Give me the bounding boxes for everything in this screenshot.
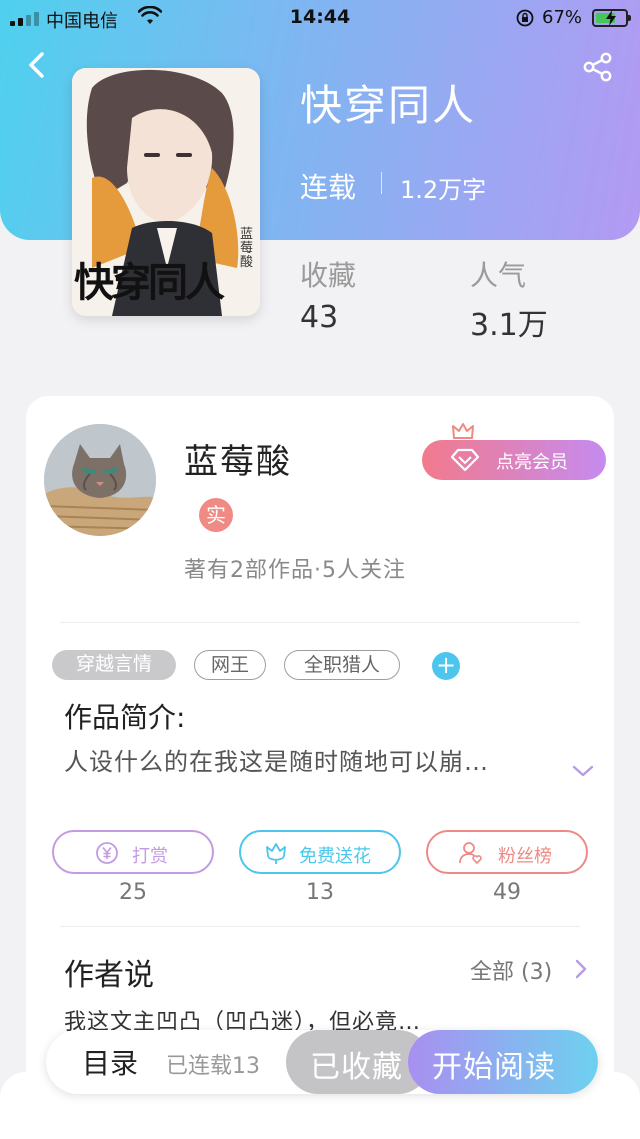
fan-count: 49 <box>493 880 521 905</box>
author-meta: 著有2部作品·5人关注 <box>184 558 406 583</box>
start-reading-label: 开始阅读 <box>432 1050 556 1085</box>
bottom-action-bar: 目录 已连载13 已收藏 开始阅读 <box>46 1030 598 1094</box>
verified-badge: 实 <box>199 498 233 532</box>
tag-primary[interactable]: 穿越言情 <box>52 650 176 680</box>
word-count: 1.2万字 <box>400 176 487 204</box>
toc-button[interactable]: 目录 <box>82 1042 138 1082</box>
book-cover-image[interactable]: 快穿同人 蓝莓酸 <box>72 68 260 316</box>
flower-icon <box>266 843 286 864</box>
favorited-label: 已收藏 <box>310 1050 403 1085</box>
battery-charging-icon <box>592 9 631 27</box>
cover-title-text: 快穿同人 <box>74 259 225 306</box>
tag-item[interactable]: 全职猎人 <box>284 650 400 680</box>
view-all-link[interactable]: 全部 (3) <box>470 954 552 986</box>
orientation-lock-icon <box>516 9 534 27</box>
tag-item[interactable]: 网王 <box>194 650 266 680</box>
fan-user-icon <box>459 842 482 865</box>
author-says-title: 作者说 <box>64 958 154 993</box>
start-reading-button[interactable]: 开始阅读 <box>408 1030 598 1094</box>
fan-ranking-label: 粉丝榜 <box>498 846 552 867</box>
status-divider <box>381 172 382 194</box>
author-avatar[interactable] <box>44 424 156 536</box>
diamond-icon <box>450 448 480 472</box>
share-icon[interactable] <box>582 52 614 82</box>
add-tag-button[interactable]: + <box>432 652 460 680</box>
reward-button[interactable]: 打赏 <box>52 830 214 874</box>
reward-count: 25 <box>119 880 147 905</box>
intro-text[interactable]: 人设什么的在我这是随时随地可以崩… <box>64 742 489 777</box>
send-flower-button[interactable]: 免费送花 <box>239 830 401 874</box>
chevron-down-icon[interactable] <box>572 764 594 778</box>
favorites-count: 43 <box>300 300 339 335</box>
vip-label: 点亮会员 <box>496 452 568 473</box>
chevron-left-icon[interactable] <box>24 50 50 80</box>
reward-label: 打赏 <box>132 846 168 867</box>
fan-ranking-button[interactable]: 粉丝榜 <box>426 830 588 874</box>
divider <box>60 926 580 927</box>
author-name[interactable]: 蓝莓酸 <box>184 434 292 483</box>
flower-count: 13 <box>306 880 334 905</box>
crown-icon <box>452 423 474 439</box>
popularity-count: 3.1万 <box>470 308 548 343</box>
intro-title: 作品简介: <box>64 701 186 734</box>
chevron-right-icon[interactable] <box>574 958 588 980</box>
divider <box>60 622 580 623</box>
vip-button[interactable]: 点亮会员 <box>422 440 606 480</box>
serial-chapters-label: 已连载13 <box>166 1054 260 1079</box>
favorites-label: 收藏 <box>300 259 357 292</box>
cover-author-text: 蓝莓酸 <box>240 227 254 270</box>
send-flower-label: 免费送花 <box>299 846 371 867</box>
battery-percent: 67% <box>542 7 583 28</box>
book-title: 快穿同人 <box>300 81 477 130</box>
serial-status: 连载 <box>300 171 357 204</box>
status-bar: 中国电信 14:44 67% <box>0 0 640 36</box>
popularity-label: 人气 <box>470 259 527 292</box>
yen-coin-icon <box>96 842 118 864</box>
